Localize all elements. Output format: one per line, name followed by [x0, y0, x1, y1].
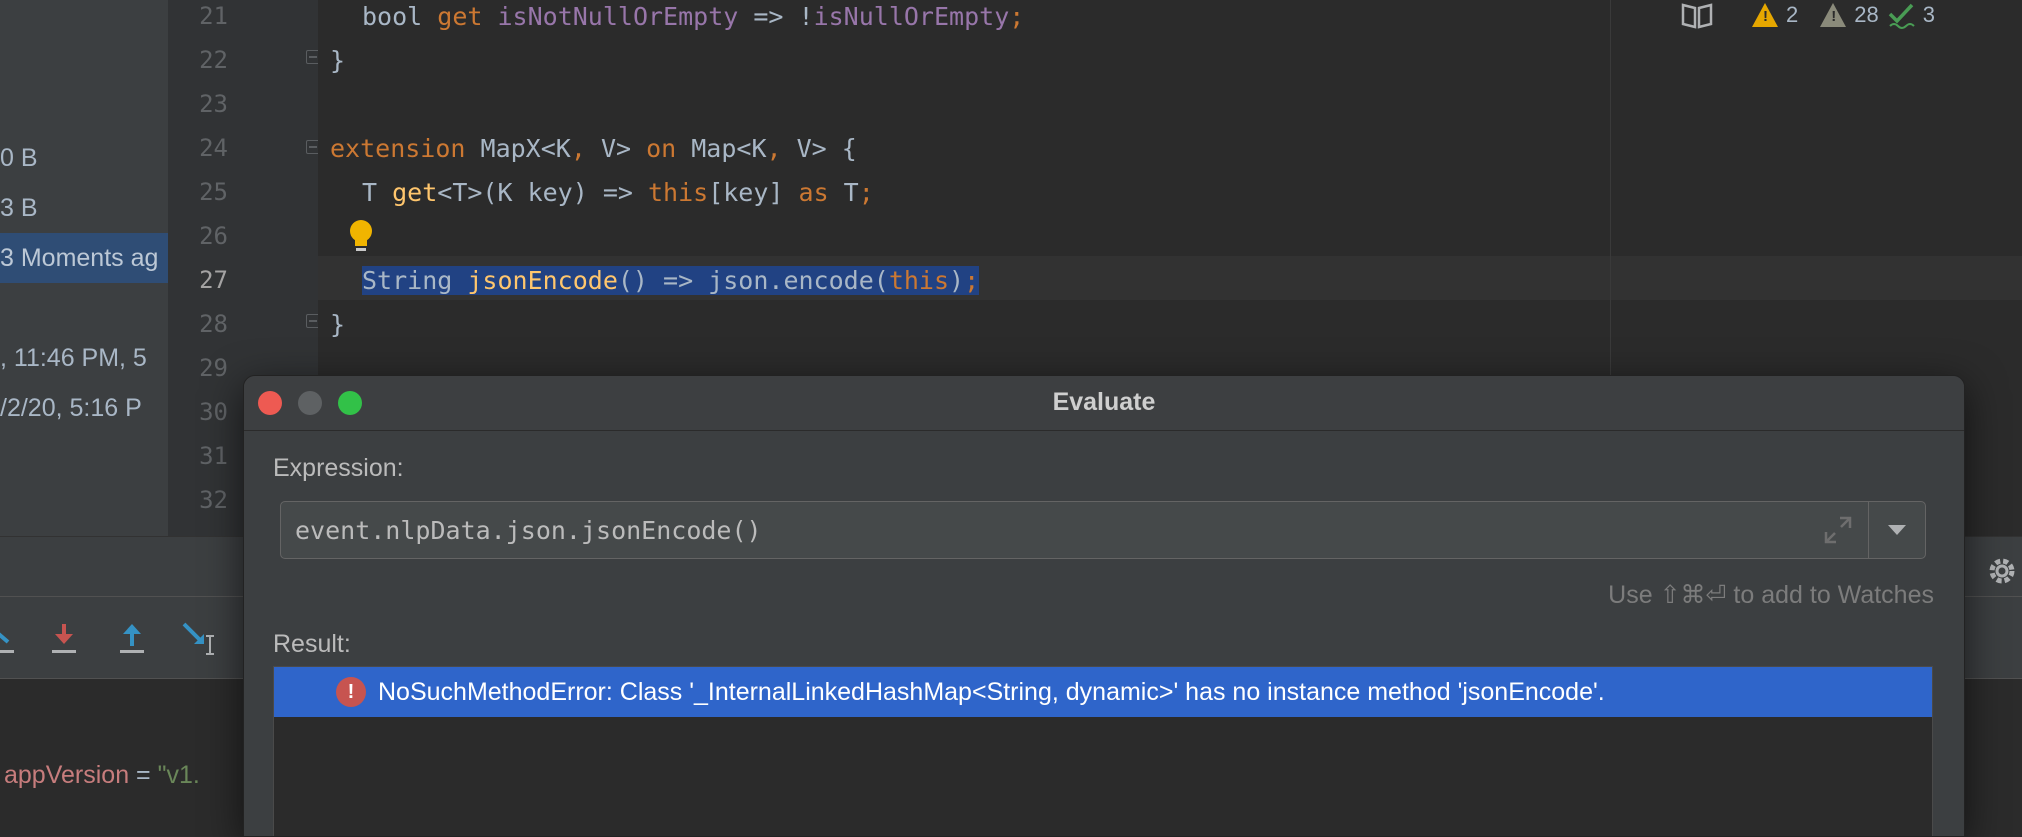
project-row[interactable]: 3 Moments ag	[0, 244, 158, 273]
result-label: Result:	[273, 630, 351, 658]
line-number: 26	[199, 222, 228, 250]
line-number: 29	[199, 354, 228, 382]
code-line: }	[330, 310, 346, 339]
step-into-icon[interactable]	[46, 620, 82, 656]
chevron-down-icon	[1888, 525, 1906, 535]
typo-check-icon	[1888, 3, 1915, 29]
inspection-widget[interactable]: ! 2 ! 28 3	[1680, 0, 1935, 30]
variable-row[interactable]: appVersion = "v1.	[4, 761, 200, 790]
result-row[interactable]: ! NoSuchMethodError: Class '_InternalLin…	[274, 667, 1932, 717]
variable-value: "v1.	[157, 761, 200, 789]
step-out-icon[interactable]	[114, 620, 150, 656]
line-number-current: 27	[199, 266, 228, 294]
warning-icon: !	[1752, 3, 1778, 27]
line-number: 25	[199, 178, 228, 206]
expand-editor-button[interactable]	[1809, 502, 1867, 558]
weak-warning-icon: !	[1820, 3, 1847, 27]
expression-input[interactable]: event.nlpData.json.jsonEncode()	[280, 501, 1926, 559]
line-number: 31	[199, 442, 228, 470]
lightbulb-icon[interactable]	[346, 218, 376, 256]
expression-value: event.nlpData.json.jsonEncode()	[295, 516, 762, 545]
line-number: 30	[199, 398, 228, 426]
weak-warning-count: 28	[1854, 2, 1879, 27]
line-number: 28	[199, 310, 228, 338]
typo-count: 3	[1922, 2, 1935, 27]
project-row[interactable]: , 11:46 PM, 5	[0, 344, 147, 373]
result-text: NoSuchMethodError: Class '_InternalLinke…	[378, 677, 1605, 706]
project-row[interactable]: /2/20, 5:16 P	[0, 394, 142, 423]
step-over-icon[interactable]	[0, 620, 36, 656]
run-to-cursor-icon[interactable]	[182, 620, 218, 656]
code-line: }	[330, 46, 346, 75]
code-line: bool get isNotNullOrEmpty => !isNullOrEm…	[362, 2, 1025, 31]
project-row[interactable]: 3 B	[0, 194, 38, 223]
add-to-watches-hint: Use ⇧⌘⏎ to add to Watches	[1608, 581, 1934, 609]
reader-mode-icon[interactable]	[1680, 1, 1714, 29]
expression-history-dropdown[interactable]	[1868, 502, 1925, 558]
evaluate-dialog: Evaluate Expression: event.nlpData.json.…	[243, 375, 1965, 837]
line-number: 21	[199, 2, 228, 30]
line-number: 24	[199, 134, 228, 162]
expand-icon	[1824, 516, 1852, 544]
line-number: 32	[199, 486, 228, 514]
variable-equals: =	[129, 761, 158, 789]
code-line: extension MapX<K, V> on Map<K, V> {	[330, 134, 857, 163]
expression-label: Expression:	[273, 454, 404, 482]
project-row[interactable]: 0 B	[0, 144, 38, 173]
gear-icon[interactable]	[1985, 554, 2019, 588]
line-number: 22	[199, 46, 228, 74]
error-icon: !	[336, 677, 366, 707]
dialog-title: Evaluate	[1052, 388, 1156, 416]
code-line-selected: String jsonEncode() => json.encode(this)…	[362, 266, 980, 295]
project-panel: 0 B 3 B 3 Moments ag , 11:46 PM, 5 /2/20…	[0, 0, 168, 536]
dialog-titlebar[interactable]: Evaluate	[244, 376, 1964, 431]
warning-count: 2	[1786, 2, 1799, 27]
line-number: 23	[199, 90, 228, 118]
variable-name: appVersion	[4, 761, 130, 789]
code-line: T get<T>(K key) => this[key] as T;	[362, 178, 874, 207]
result-tree[interactable]: ! NoSuchMethodError: Class '_InternalLin…	[273, 666, 1933, 836]
